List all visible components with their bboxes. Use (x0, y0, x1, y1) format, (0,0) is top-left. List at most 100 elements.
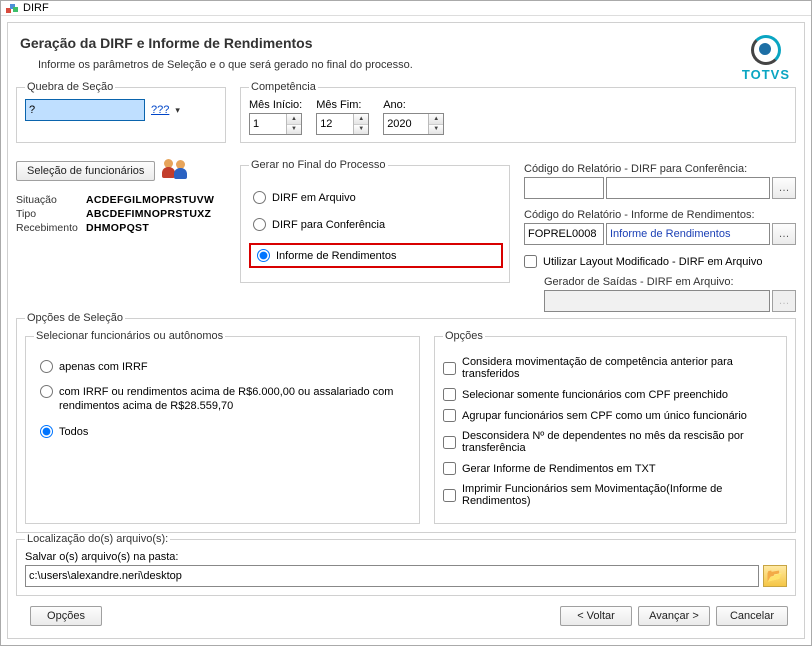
radio-dirf-arquivo[interactable]: DIRF em Arquivo (253, 191, 501, 204)
localizacao-legend: Localização do(s) arquivo(s): (25, 533, 170, 545)
mes-fim-spinner[interactable]: ▲▼ (316, 113, 369, 135)
gerador-label: Gerador de Saídas - DIRF em Arquivo: (544, 276, 796, 288)
quebra-input[interactable] (25, 99, 145, 121)
chk-agrupar-cpf[interactable]: Agrupar funcionários sem CPF como um úni… (443, 409, 778, 422)
chk-imprimir-sem-mov-label: Imprimir Funcionários sem Movimentação(I… (462, 483, 778, 507)
cod-rend-code-input[interactable] (524, 223, 604, 245)
cod-dirf-label: Código do Relatório - DIRF para Conferên… (524, 163, 796, 175)
radio-todos-label: Todos (59, 426, 88, 438)
cod-dirf-browse-button[interactable]: … (772, 177, 796, 199)
radio-informe-rendimentos[interactable]: Informe de Rendimentos (251, 245, 501, 266)
radio-apenas-irrf[interactable]: apenas com IRRF (40, 360, 411, 373)
page-subtitle: Informe os parâmetros de Seleção e o que… (38, 59, 796, 71)
radio-irrf-ou-rendimentos-label: com IRRF ou rendimentos acima de R$6.000… (59, 385, 411, 413)
chk-cpf-preenchido-input[interactable] (443, 388, 456, 401)
chk-desconsidera-dep-label: Desconsidera Nº de dependentes no mês da… (462, 430, 778, 454)
radio-todos[interactable]: Todos (40, 425, 411, 438)
group-sel-func: Selecionar funcionários ou autônomos ape… (25, 330, 420, 524)
chk-desconsidera-dep-input[interactable] (443, 436, 456, 449)
logo-text: TOTVS (742, 67, 790, 82)
cod-dirf-desc-input[interactable] (606, 177, 770, 199)
radio-irrf-ou-rendimentos[interactable]: com IRRF ou rendimentos acima de R$6.000… (40, 385, 411, 413)
radio-irrf-ou-rendimentos-input[interactable] (40, 385, 53, 398)
radio-apenas-irrf-input[interactable] (40, 360, 53, 373)
folder-icon: 📂 (767, 568, 783, 584)
radio-apenas-irrf-label: apenas com IRRF (59, 361, 148, 373)
quebra-lookup-link[interactable]: ??? (151, 104, 169, 116)
logo-ring-icon (751, 35, 781, 65)
app-icon (5, 1, 19, 15)
group-opcoes-selecao: Opções de Seleção Selecionar funcionário… (16, 312, 796, 533)
header-area: Geração da DIRF e Informe de Rendimentos… (16, 31, 796, 81)
chk-gerar-txt-input[interactable] (443, 462, 456, 475)
sel-func-legend: Selecionar funcionários ou autônomos (34, 330, 225, 342)
recebimento-label: Recebimento (16, 221, 86, 235)
codigos-area: Código do Relatório - DIRF para Conferên… (524, 159, 796, 312)
group-competencia: Competência Mês Início: ▲▼ Mês Fim: (240, 81, 796, 143)
chk-desconsidera-dep[interactable]: Desconsidera Nº de dependentes no mês da… (443, 430, 778, 454)
radio-dirf-arquivo-label: DIRF em Arquivo (272, 192, 356, 204)
selecao-funcionarios-button[interactable]: Seleção de funcionários (16, 161, 155, 181)
content: Geração da DIRF e Informe de Rendimentos… (1, 16, 811, 645)
opcoes-legend: Opções (443, 330, 485, 342)
radio-dirf-conferencia-label: DIRF para Conferência (272, 219, 385, 231)
gerador-browse-button: … (772, 290, 796, 312)
chk-considera-mov[interactable]: Considera movimentação de competência an… (443, 356, 778, 380)
chk-considera-mov-input[interactable] (443, 362, 456, 375)
path-input[interactable] (25, 565, 759, 587)
chk-cpf-preenchido-label: Selecionar somente funcionários com CPF … (462, 389, 728, 401)
mes-fim-label: Mês Fim: (316, 99, 369, 111)
titlebar: DIRF (1, 1, 811, 16)
radio-dirf-conferencia-input[interactable] (253, 218, 266, 231)
group-quebra-secao: Quebra de Seção ??? ▾ (16, 81, 226, 143)
cod-dirf-code-input[interactable] (524, 177, 604, 199)
tipo-label: Tipo (16, 207, 86, 221)
chk-considera-mov-label: Considera movimentação de competência an… (462, 356, 778, 380)
mes-inicio-spinner[interactable]: ▲▼ (249, 113, 302, 135)
folder-browse-button[interactable]: 📂 (763, 565, 787, 587)
group-opcoes: Opções Considera movimentação de competê… (434, 330, 787, 524)
localizacao-sublabel: Salvar o(s) arquivo(s) na pasta: (25, 551, 787, 563)
mes-inicio-input[interactable] (250, 114, 286, 134)
selecao-summary: SituaçãoACDEFGILMOPRSTUVW TipoABCDEFIMNO… (16, 193, 226, 235)
gerador-saidas-block: Gerador de Saídas - DIRF em Arquivo: … (524, 276, 796, 312)
ano-input[interactable] (384, 114, 428, 134)
avancar-button[interactable]: Avançar > (638, 606, 710, 626)
chk-layout-mod-input[interactable] (524, 255, 537, 268)
opcoes-button[interactable]: Opções (30, 606, 102, 626)
gerador-input (544, 290, 770, 312)
chk-agrupar-cpf-input[interactable] (443, 409, 456, 422)
chk-cpf-preenchido[interactable]: Selecionar somente funcionários com CPF … (443, 388, 778, 401)
mes-fim-up[interactable]: ▲ (354, 114, 368, 125)
mes-inicio-label: Mês Início: (249, 99, 302, 111)
tipo-value: ABCDEFIMNOPRSTUXZ (86, 208, 211, 220)
page-title: Geração da DIRF e Informe de Rendimentos (20, 35, 796, 51)
ano-up[interactable]: ▲ (429, 114, 443, 125)
main-panel: Geração da DIRF e Informe de Rendimentos… (7, 22, 805, 639)
mes-inicio-up[interactable]: ▲ (287, 114, 301, 125)
chk-imprimir-sem-mov[interactable]: Imprimir Funcionários sem Movimentação(I… (443, 483, 778, 507)
ano-spinner[interactable]: ▲▼ (383, 113, 444, 135)
radio-informe-rendimentos-input[interactable] (257, 249, 270, 262)
ano-down[interactable]: ▼ (429, 125, 443, 135)
mes-fim-input[interactable] (317, 114, 353, 134)
gerar-legend: Gerar no Final do Processo (249, 159, 388, 171)
group-gerar-final: Gerar no Final do Processo DIRF em Arqui… (240, 159, 510, 283)
mes-inicio-down[interactable]: ▼ (287, 125, 301, 135)
radio-todos-input[interactable] (40, 425, 53, 438)
selecao-area: Seleção de funcionários SituaçãoACDEFGIL… (16, 159, 226, 235)
chk-imprimir-sem-mov-input[interactable] (443, 489, 456, 502)
chk-layout-mod[interactable]: Utilizar Layout Modificado - DIRF em Arq… (524, 255, 796, 268)
people-icon (161, 159, 189, 183)
mes-fim-down[interactable]: ▼ (354, 125, 368, 135)
chk-agrupar-cpf-label: Agrupar funcionários sem CPF como um úni… (462, 410, 747, 422)
chk-gerar-txt[interactable]: Gerar Informe de Rendimentos em TXT (443, 462, 778, 475)
radio-dirf-conferencia[interactable]: DIRF para Conferência (253, 218, 501, 231)
cod-rend-desc-input[interactable] (606, 223, 770, 245)
footer: Opções < Voltar Avançar > Cancelar (16, 596, 796, 630)
cancelar-button[interactable]: Cancelar (716, 606, 788, 626)
cod-rend-browse-button[interactable]: … (772, 223, 796, 245)
voltar-button[interactable]: < Voltar (560, 606, 632, 626)
quebra-dropdown-icon[interactable]: ▾ (175, 105, 180, 116)
radio-dirf-arquivo-input[interactable] (253, 191, 266, 204)
